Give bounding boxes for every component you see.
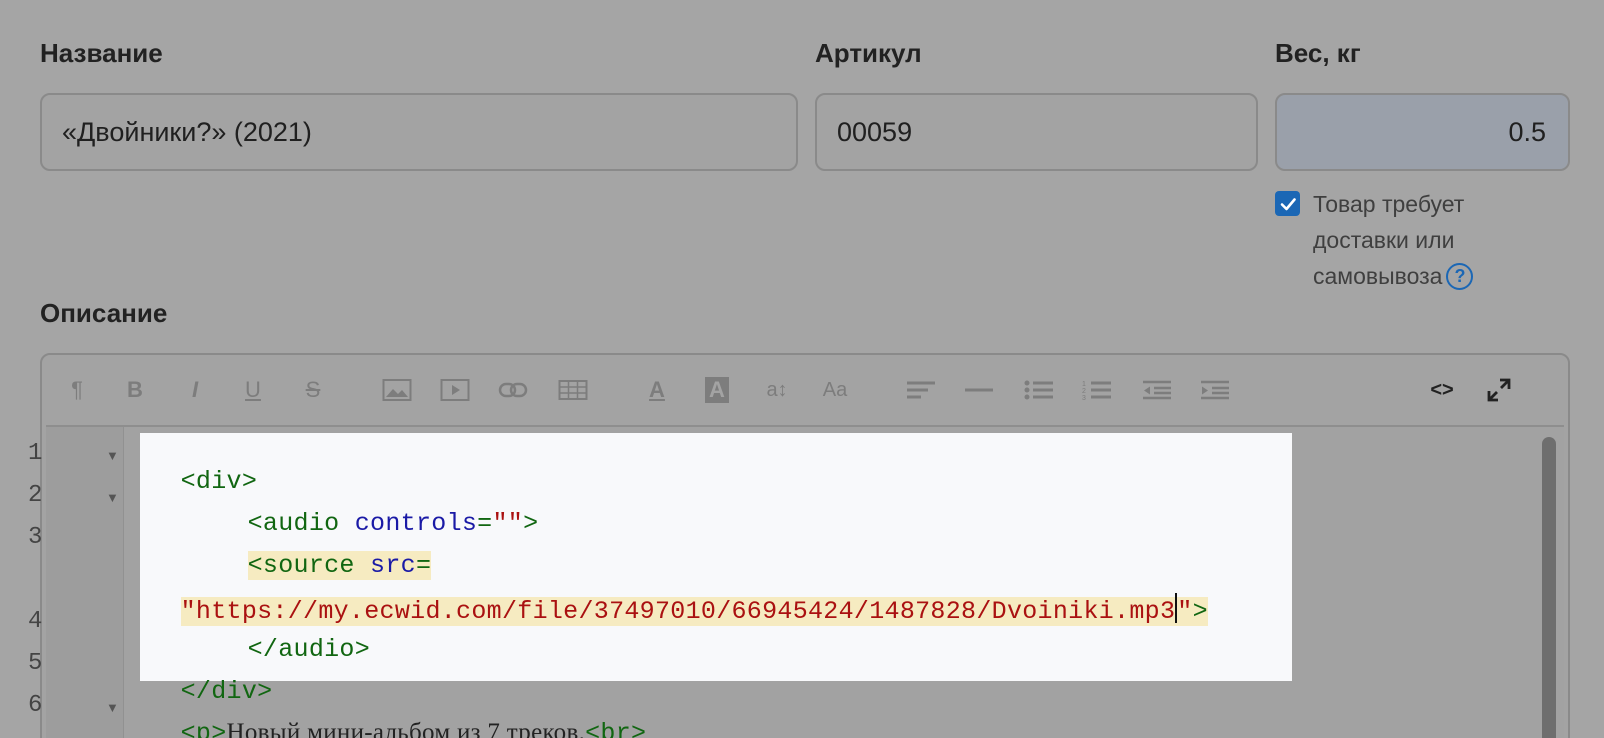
font-size-icon[interactable]: Aa: [818, 373, 852, 407]
paragraph-icon[interactable]: ¶: [62, 373, 92, 407]
strikethrough-icon[interactable]: S: [298, 373, 328, 407]
description-label: Описание: [40, 298, 168, 328]
line-height-icon[interactable]: a↕: [760, 373, 794, 407]
weight-label: Вес, кг: [1275, 38, 1361, 68]
shipping-checkbox[interactable]: [1275, 191, 1300, 216]
name-input[interactable]: «Двойники?» (2021): [40, 93, 798, 171]
code-token: <p>: [180, 719, 227, 738]
italic-icon[interactable]: I: [180, 373, 210, 407]
video-icon[interactable]: [438, 373, 472, 407]
code-line-6: <p>Новый мини-альбом из 7 треков.<br>: [150, 690, 646, 738]
code-token: <br>: [585, 719, 647, 738]
help-icon[interactable]: ?: [1446, 262, 1474, 290]
fold-arrow-icon[interactable]: ▼: [106, 490, 119, 505]
image-icon[interactable]: [380, 373, 414, 407]
underline-icon[interactable]: U: [238, 373, 268, 407]
link-icon[interactable]: [496, 373, 530, 407]
fold-arrow-icon[interactable]: ▼: [106, 448, 119, 463]
code-token: ": [1177, 597, 1193, 626]
shipping-checkbox-label: Товар требует доставки или самовывоза?: [1313, 186, 1553, 294]
code-token: =: [477, 509, 493, 538]
code-text: Новый мини-альбом из 7 треков.: [226, 719, 586, 738]
editor-toolbar: ¶ B I U S A A a↕ Aa 123 <>: [42, 355, 1568, 425]
svg-text:3: 3: [1082, 395, 1086, 400]
fold-arrow-icon[interactable]: ▼: [106, 700, 119, 715]
numbered-list-icon[interactable]: 123: [1080, 373, 1114, 407]
table-icon[interactable]: [556, 373, 590, 407]
line-number: 3: [28, 524, 43, 551]
sku-input[interactable]: 00059: [815, 93, 1258, 171]
name-input-value: «Двойники?» (2021): [62, 116, 312, 147]
checkmark-icon: [1280, 197, 1296, 210]
line-gutter: [46, 427, 124, 738]
weight-input[interactable]: 0.5: [1275, 93, 1570, 171]
line-number: 1: [28, 440, 43, 467]
fullscreen-icon[interactable]: [1482, 373, 1516, 407]
line-number: 5: [28, 650, 43, 677]
code-token: >: [1192, 597, 1208, 626]
font-color-icon[interactable]: A: [642, 373, 672, 407]
outdent-icon[interactable]: [1140, 373, 1174, 407]
horizontal-line-icon[interactable]: [962, 373, 996, 407]
background-color-icon[interactable]: A: [702, 373, 732, 407]
indent-icon[interactable]: [1198, 373, 1232, 407]
bullet-list-icon[interactable]: [1022, 373, 1056, 407]
shipping-label-text: Товар требует доставки или самовывоза: [1313, 191, 1465, 289]
code-view-icon[interactable]: <>: [1425, 373, 1459, 407]
scrollbar[interactable]: [1536, 427, 1564, 738]
code-token: "": [492, 509, 524, 538]
align-icon[interactable]: [904, 373, 938, 407]
code-token: >: [523, 509, 539, 538]
background-color-glyph: A: [705, 377, 729, 403]
weight-input-value: 0.5: [1508, 116, 1546, 147]
scrollbar-thumb[interactable]: [1542, 437, 1556, 738]
svg-text:2: 2: [1082, 388, 1086, 395]
sku-input-value: 00059: [837, 116, 913, 147]
sku-label: Артикул: [815, 38, 922, 68]
name-label: Название: [40, 38, 163, 68]
bold-icon[interactable]: B: [120, 373, 150, 407]
line-number: 2: [28, 482, 43, 509]
svg-text:1: 1: [1082, 381, 1086, 388]
line-number: 4: [28, 608, 43, 635]
line-number: 6: [28, 692, 43, 719]
